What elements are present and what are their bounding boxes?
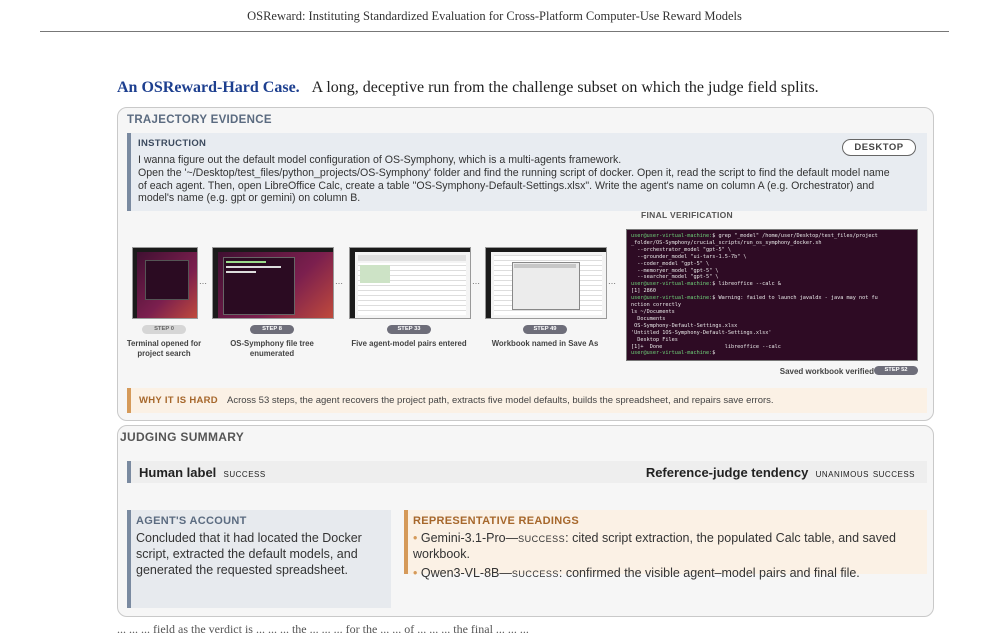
caption-text: A long, deceptive run from the challenge…	[311, 79, 819, 96]
terminal-line: user@user-virtual-machine:$ grep "_model…	[631, 233, 913, 240]
step-49-badge: STEP 49	[523, 325, 567, 334]
terminal-text: $ Warning: failed to launch javaldx - ja…	[712, 295, 878, 302]
terminal-text: $	[712, 350, 719, 357]
terminal-prompt: user@user-virtual-machine:	[631, 350, 713, 357]
step-33-screenshot	[349, 247, 471, 319]
terminal-line: user@user-virtual-machine:$ Warning: fai…	[631, 295, 913, 302]
terminal-line: Documents	[631, 316, 913, 323]
reading-verdict: success	[511, 566, 559, 580]
reference-value: unanimous success	[815, 466, 915, 480]
reading-verdict: success	[518, 531, 566, 545]
terminal-line: _folder/OS-Symphony/crucial_scripts/run_…	[631, 240, 913, 247]
final-step-caption: Saved workbook verified	[779, 367, 874, 376]
terminal-text: Desktop Files	[631, 336, 678, 343]
terminal-line: --coder_model "gpt-5" \	[631, 261, 913, 268]
terminal-line: [1] 2860	[631, 288, 913, 295]
terminal-line: --memoryer_model "gpt-5" \	[631, 268, 913, 275]
step-8-screenshot	[212, 247, 334, 319]
header-rule	[40, 31, 949, 32]
step-connector: ⋯	[608, 279, 617, 288]
instruction-line: model's name (e.g. gpt or gemini) on col…	[138, 192, 361, 205]
terminal-text: ls ~/Documents	[631, 308, 675, 315]
instruction-title: INSTRUCTION	[138, 138, 207, 149]
terminal-line: 'Untitled 1OS-Symphony-Default-Settings.…	[631, 330, 913, 337]
instruction-line: Open the '~/Desktop/test_files/python_pr…	[138, 166, 890, 179]
reading-judge: Gemini-3.1-Pro	[420, 531, 506, 545]
step-0-badge: STEP 0	[142, 325, 186, 334]
reading-item: • Qwen3-VL-8B—success: confirmed the vis…	[413, 566, 860, 580]
terminal-text: _folder/OS-Symphony/crucial_scripts/run_…	[631, 239, 822, 246]
step-connector: ⋯	[472, 279, 481, 288]
reading-judge: Qwen3-VL-8B	[420, 566, 500, 580]
reference-judge-tendency: Reference-judge tendency unanimous succe…	[560, 465, 915, 480]
figure-caption: An OSReward-Hard Case. A long, deceptive…	[117, 79, 819, 97]
step-33-caption: Five agent-model pairs entered	[351, 339, 467, 348]
why-hard-text: Across 53 steps, the agent recovers the …	[227, 395, 774, 406]
terminal-text: nction correctly	[631, 302, 681, 309]
human-label: Human label success	[139, 465, 266, 480]
terminal-line: Desktop Files	[631, 337, 913, 344]
terminal-line: user@user-virtual-machine:$ libreoffice …	[631, 281, 913, 288]
human-label-title: Human label	[139, 465, 217, 480]
terminal-line: --grounder_model "ui-tars-1.5-7b" \	[631, 254, 913, 261]
terminal-text: $ grep "_model" /home/user/Desktop/test_…	[712, 233, 878, 239]
terminal-line: ls ~/Documents	[631, 309, 913, 316]
terminal-text: --orchestrator_model "gpt-5" \	[631, 246, 731, 253]
bullet-icon: •	[413, 566, 418, 580]
step-8-badge: STEP 8	[250, 325, 294, 334]
agents-account-title: AGENT'S ACCOUNT	[136, 515, 247, 527]
terminal-text: Documents	[631, 315, 666, 322]
terminal-text: --searcher_model "gpt-5" \	[631, 274, 719, 281]
reading-item: • Gemini-3.1-Pro—success: cited script e…	[413, 531, 896, 561]
footer-cut-text: ... ... ... field as the verdict is ... …	[117, 622, 529, 636]
step-0-caption: Terminal opened for project search	[126, 339, 202, 358]
terminal-text: $ libreoffice --calc &	[712, 281, 781, 288]
terminal-text: --memoryer_model "gpt-5" \	[631, 267, 719, 274]
step-49-caption: Workbook named in Save As	[491, 339, 599, 348]
terminal-line: --orchestrator_model "gpt-5" \	[631, 247, 913, 254]
terminal-text: OS-Symphony-Default-Settings.xlsx	[631, 322, 738, 329]
why-hard-label: WHY IT IS HARD	[139, 395, 218, 406]
terminal-line: --searcher_model "gpt-5" \	[631, 274, 913, 281]
terminal-text: [1] 2860	[631, 288, 656, 295]
terminal-line: user@user-virtual-machine:$	[631, 350, 913, 357]
terminal-text: [1]+ Done libreoffice --calc	[631, 343, 781, 350]
reference-title: Reference-judge tendency	[645, 465, 809, 480]
step-49-screenshot	[485, 247, 607, 319]
step-connector: ⋯	[199, 279, 208, 288]
terminal-text: 'Untitled 1OS-Symphony-Default-Settings.…	[631, 329, 772, 336]
terminal-line: nction correctly	[631, 302, 913, 309]
terminal-prompt: user@user-virtual-machine:	[631, 281, 713, 288]
instruction-line: of each agent. Then, open LibreOffice Ca…	[138, 179, 875, 192]
terminal-prompt: user@user-virtual-machine:	[631, 233, 713, 239]
instruction-text: I wanna figure out the default model con…	[138, 154, 918, 205]
final-step-badge: STEP 52	[874, 366, 918, 375]
terminal-line: [1]+ Done libreoffice --calc	[631, 344, 913, 351]
bullet-icon: •	[413, 531, 418, 545]
reading-text: : confirmed the visible agent–model pair…	[558, 566, 860, 580]
step-0-screenshot	[132, 247, 198, 319]
terminal-text: --grounder_model "ui-tars-1.5-7b" \	[631, 253, 747, 260]
final-verification-title: FINAL VERIFICATION	[641, 210, 733, 220]
caption-title: An OSReward-Hard Case.	[117, 79, 300, 96]
step-connector: ⋯	[335, 279, 344, 288]
terminal-text: --coder_model "gpt-5" \	[631, 260, 710, 267]
step-8-caption: OS-Symphony file tree enumerated	[230, 339, 314, 358]
instruction-line: I wanna figure out the default model con…	[138, 154, 622, 166]
step-33-badge: STEP 33	[387, 325, 431, 334]
terminal-output: user@user-virtual-machine:$ grep "_model…	[627, 230, 917, 360]
final-terminal-screenshot: user@user-virtual-machine:$ grep "_model…	[626, 229, 918, 361]
terminal-prompt: user@user-virtual-machine:	[631, 295, 713, 302]
human-label-value: success	[223, 466, 266, 480]
readings-title: REPRESENTATIVE READINGS	[413, 515, 580, 527]
terminal-line: OS-Symphony-Default-Settings.xlsx	[631, 323, 913, 330]
judging-panel-title: JUDGING SUMMARY	[120, 430, 245, 444]
running-header: OSReward: Instituting Standardized Evalu…	[247, 9, 742, 23]
agents-account-text: Concluded that it had located the Docker…	[136, 531, 362, 577]
trajectory-panel-title: TRAJECTORY EVIDENCE	[127, 114, 272, 126]
